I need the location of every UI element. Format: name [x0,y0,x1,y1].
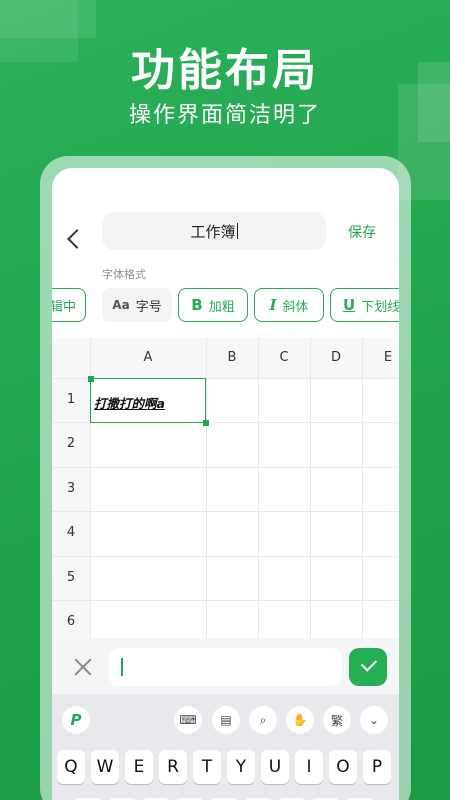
row-header-6[interactable]: 6 [52,614,90,629]
format-toolbar: 辑中 Aa 字号 B 加粗 I 斜体 U 下划线 [52,288,399,322]
confirm-check-button[interactable] [349,648,387,686]
text-caret [121,658,123,676]
grid-line [52,600,399,601]
row-header-1[interactable]: 1 [52,392,90,407]
phone-frame: 工作簿 保存 字体格式 辑中 Aa 字号 B 加粗 I 斜体 U 下划线 A B… [40,156,411,800]
row-header-2[interactable]: 2 [52,436,90,451]
text-caret [236,223,238,239]
grid-line [52,556,399,557]
key-u[interactable]: U [261,750,289,784]
underline-label: 下划线 [361,299,399,315]
save-button[interactable]: 保存 [348,222,376,242]
keyboard-icon[interactable]: ⌨ [174,706,202,734]
workbook-title-field[interactable]: 工作簿 [102,212,326,250]
hero-subtitle: 操作界面简洁明了 [128,103,321,128]
italic-icon: I [269,296,277,314]
key-p[interactable]: P [363,750,391,784]
key-w[interactable]: W [91,750,119,784]
bold-label: 加粗 [208,299,235,315]
clipboard-icon[interactable]: ▤ [212,706,240,734]
row-header-3[interactable]: 3 [52,481,90,496]
column-header-b[interactable]: B [206,350,258,365]
search-icon[interactable]: ⌕ [249,706,277,734]
font-size-icon: Aa [112,298,130,312]
cell-a1-text: 打撒打的啊a [94,396,165,411]
grid-line [310,338,311,638]
workbook-title: 工作簿 [190,222,236,241]
align-center-button[interactable]: 辑中 [52,288,86,322]
grid-line [52,467,399,468]
key-o[interactable]: O [329,750,357,784]
traditional-chinese-button[interactable]: 繁 [323,706,351,734]
font-size-label: 字号 [135,299,162,315]
row-header-5[interactable]: 5 [52,570,90,585]
align-center-label: 辑中 [52,299,76,315]
key-e[interactable]: E [125,750,153,784]
ime-logo-icon[interactable]: P [62,706,90,734]
selection-handle-top-left[interactable] [88,376,94,382]
key-r[interactable]: R [159,750,187,784]
gesture-icon[interactable]: ✋ [286,706,314,734]
font-size-button[interactable]: Aa 字号 [102,288,172,322]
hero-title: 功能布局 [131,45,319,96]
key-i[interactable]: I [295,750,323,784]
grid-line [52,511,399,512]
phone-screen: 工作簿 保存 字体格式 辑中 Aa 字号 B 加粗 I 斜体 U 下划线 A B… [52,168,399,800]
keyboard: P ⌨ ▤ ⌕ ✋ 繁 ⌄ Q W E R T Y U I O P [52,694,399,800]
underline-icon: U [343,296,356,314]
bold-icon: B [191,296,203,314]
close-icon[interactable] [74,658,92,676]
back-chevron-icon[interactable] [67,229,87,249]
italic-button[interactable]: I 斜体 [254,288,324,322]
key-q[interactable]: Q [57,750,85,784]
key-t[interactable]: T [193,750,221,784]
grid-line [206,338,207,638]
column-header-c[interactable]: C [258,350,310,365]
italic-label: 斜体 [282,299,309,315]
grid-line [362,338,363,638]
spreadsheet-grid[interactable]: A B C D E 1 2 3 4 5 6 打撒打的啊a [52,338,399,638]
collapse-chevron-icon[interactable]: ⌄ [360,706,388,734]
selection-handle-bottom-right[interactable] [203,420,209,426]
key-y[interactable]: Y [227,750,255,784]
grid-line [258,338,259,638]
underline-button[interactable]: U 下划线 [330,288,399,322]
column-header-e[interactable]: E [362,350,399,365]
row-header-4[interactable]: 4 [52,525,90,540]
cell-edit-bar [52,638,399,694]
column-header-a[interactable]: A [90,350,206,365]
bold-button[interactable]: B 加粗 [178,288,248,322]
column-header-d[interactable]: D [310,350,362,365]
font-format-label: 字体格式 [102,268,146,281]
cell-input[interactable] [109,648,342,686]
